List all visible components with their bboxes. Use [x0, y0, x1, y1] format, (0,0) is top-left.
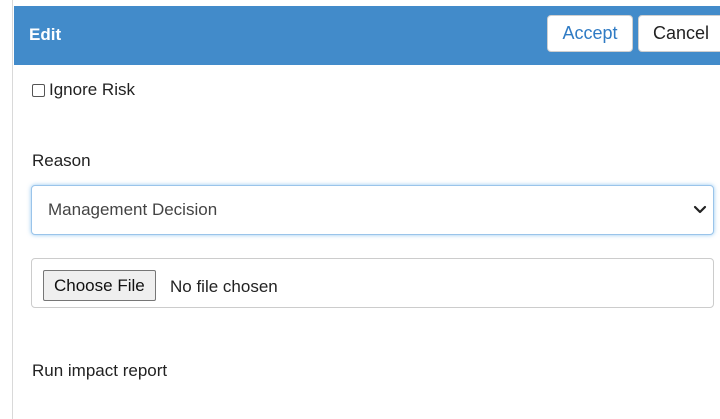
left-panel-edge: [0, 0, 13, 419]
ignore-risk-label[interactable]: Ignore Risk: [49, 80, 135, 100]
reason-label: Reason: [32, 151, 91, 170]
ignore-risk-checkbox[interactable]: [32, 83, 45, 97]
accept-button[interactable]: Accept: [547, 15, 633, 52]
ignore-risk-row[interactable]: Ignore Risk: [32, 80, 135, 100]
reason-select[interactable]: Management Decision: [31, 185, 714, 235]
file-upload-field: Choose File No file chosen: [31, 258, 714, 308]
file-status-text: No file chosen: [170, 277, 278, 296]
run-impact-report-label: Run impact report: [32, 361, 168, 380]
edit-dialog: Edit Accept Cancel Ignore Risk Reason Ma…: [0, 0, 720, 419]
choose-file-button[interactable]: Choose File: [43, 270, 156, 301]
chevron-down-icon: [693, 205, 707, 214]
reason-select-value: Management Decision: [48, 200, 218, 219]
dialog-header: Edit Accept Cancel: [14, 6, 720, 65]
dialog-title: Edit: [29, 25, 62, 44]
cancel-button[interactable]: Cancel: [638, 15, 720, 52]
